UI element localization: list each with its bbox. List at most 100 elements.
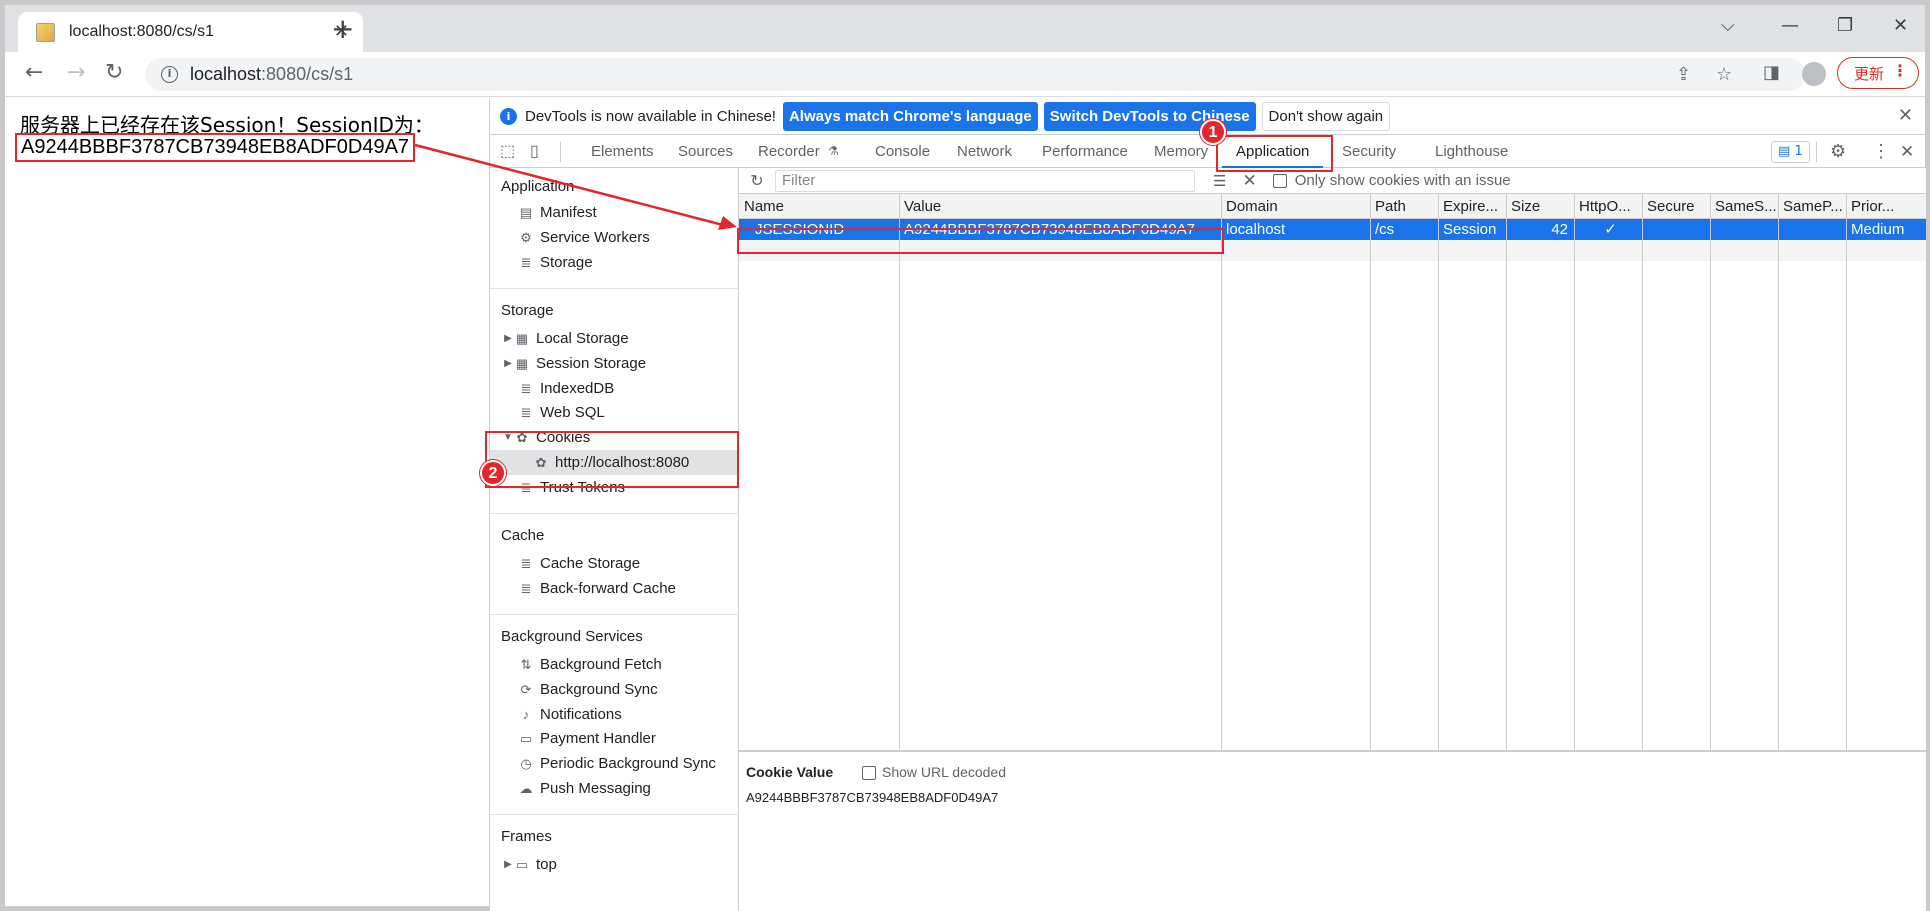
sidebar-item-cache-storage[interactable]: ≣ Cache Storage (490, 551, 738, 576)
profile-avatar-icon[interactable] (1802, 62, 1826, 86)
sidebar-item-service-workers[interactable]: ⚙ Service Workers (490, 225, 738, 250)
application-sidebar: Application ▤ Manifest ⚙ Service Workers ≣… (490, 168, 739, 911)
tab-memory[interactable]: Memory (1154, 135, 1208, 168)
sidebar-item-session-storage[interactable]: ▶ ▦ Session Storage (490, 351, 738, 376)
infobar-close-icon[interactable]: ✕ (1898, 105, 1913, 126)
show-url-decoded-label: Show URL decoded (882, 764, 1007, 780)
tab-performance[interactable]: Performance (1042, 135, 1128, 168)
tab-network[interactable]: Network (957, 135, 1012, 168)
column-header-sameparty[interactable]: SameP... (1778, 194, 1846, 219)
sidebar-header-storage: Storage (501, 302, 554, 319)
restore-icon[interactable]: ❐ (1837, 15, 1853, 36)
cookie-filter-input[interactable]: Filter (775, 169, 1195, 192)
sidebar-item-push-messaging[interactable]: ☁ Push Messaging (490, 776, 738, 801)
sidebar-item-local-storage[interactable]: ▶ ▦ Local Storage (490, 326, 738, 351)
sidebar-item-background-fetch[interactable]: ⇅ Background Fetch (490, 652, 738, 677)
sync-icon: ⟳ (520, 681, 532, 697)
clock-icon: ◷ (520, 755, 532, 771)
tab-recorder[interactable]: Recorder (758, 135, 820, 168)
sidebar-item-payment-handler[interactable]: ▭ Payment Handler (490, 726, 738, 751)
url-host: localhost (190, 64, 262, 84)
tab-title: localhost:8080/cs/s1 (69, 23, 214, 40)
settings-gear-icon[interactable]: ⚙ (1830, 135, 1846, 168)
reload-icon[interactable]: ↻ (105, 60, 123, 86)
tab-security[interactable]: Security (1342, 135, 1396, 168)
bookmark-star-icon[interactable]: ☆ (1716, 64, 1732, 85)
sidebar-item-frame-top[interactable]: ▶ ▭ top (490, 852, 738, 877)
side-panel-icon[interactable]: ◨ (1763, 62, 1780, 83)
back-arrow-icon[interactable]: ← (25, 60, 43, 86)
tab-elements[interactable]: Elements (591, 135, 654, 168)
window-close-icon[interactable]: ✕ (1893, 15, 1908, 36)
expand-arrow-icon[interactable]: ▶ (502, 358, 514, 369)
sidebar-item-label: Local Storage (536, 330, 629, 347)
issues-badge[interactable]: ▤ 1 (1771, 141, 1810, 163)
tab-lighthouse[interactable]: Lighthouse (1435, 135, 1508, 168)
sidebar-divider (490, 614, 738, 615)
cookies-table: Name Value Domain Path Expire... Size Ht… (739, 194, 1926, 750)
more-options-icon[interactable]: ⋮ (1872, 135, 1890, 168)
device-toolbar-icon[interactable]: ▯ (530, 135, 539, 168)
cell-size: 42 (1551, 221, 1568, 238)
cell-secure (1642, 219, 1710, 240)
cookie-value-text[interactable]: A9244BBBF3787CB73948EB8ADF0D49A7 (746, 790, 998, 805)
site-info-icon[interactable]: i (161, 66, 178, 83)
column-header-httponly[interactable]: HttpO... (1574, 194, 1642, 219)
table-icon: ▦ (515, 355, 529, 371)
always-match-language-button[interactable]: Always match Chrome's language (782, 101, 1038, 131)
tab-console[interactable]: Console (875, 135, 930, 168)
sidebar-item-label: Push Messaging (540, 780, 651, 797)
sidebar-item-back-forward-cache[interactable]: ≣ Back-forward Cache (490, 576, 738, 601)
minimize-icon[interactable]: — (1781, 15, 1799, 36)
column-header-priority[interactable]: Prior... (1846, 194, 1926, 219)
close-devtools-icon[interactable]: ✕ (1900, 135, 1914, 168)
show-url-decoded-checkbox[interactable] (862, 766, 876, 780)
forward-arrow-icon[interactable]: → (67, 60, 85, 86)
column-header-name[interactable]: Name (739, 194, 899, 219)
refresh-icon[interactable]: ↻ (743, 171, 771, 190)
sidebar-item-notifications[interactable]: ♪ Notifications (490, 702, 738, 727)
expand-arrow-icon[interactable]: ▶ (502, 333, 514, 344)
url-path: :8080/cs/s1 (261, 64, 354, 84)
sidebar-item-web-sql[interactable]: ≣ Web SQL (490, 400, 738, 425)
sidebar-item-background-sync[interactable]: ⟳ Background Sync (490, 677, 738, 702)
column-header-size[interactable]: Size (1506, 194, 1574, 219)
bell-icon: ♪ (522, 707, 530, 722)
tab-sources[interactable]: Sources (678, 135, 733, 168)
expand-arrow-icon[interactable]: ▶ (502, 859, 514, 870)
cell-httponly: ✓ (1604, 221, 1617, 238)
column-divider (1846, 194, 1847, 750)
table-header-row: Name Value Domain Path Expire... Size Ht… (739, 194, 1926, 219)
browser-tab[interactable]: localhost:8080/cs/s1 ✕ (18, 12, 363, 52)
column-header-domain[interactable]: Domain (1221, 194, 1370, 219)
tab-search-chevron-icon[interactable]: ⌵ (1721, 15, 1735, 36)
clear-filtered-icon[interactable]: ☰ (1213, 172, 1226, 190)
new-tab-button[interactable]: + (331, 14, 354, 44)
column-header-samesite[interactable]: SameS... (1710, 194, 1778, 219)
up-down-arrows-icon: ⇅ (520, 656, 532, 672)
column-divider (1506, 194, 1507, 750)
sidebar-divider (490, 513, 738, 514)
only-issues-checkbox[interactable] (1272, 173, 1287, 188)
credit-card-icon: ▭ (519, 730, 533, 746)
dont-show-again-button[interactable]: Don't show again (1261, 101, 1391, 131)
address-bar[interactable]: i localhost:8080/cs/s1 ⇪ ☆ (145, 58, 1805, 91)
database-icon: ≣ (520, 555, 532, 571)
annotation-badge-1: 1 (1200, 119, 1226, 145)
column-header-path[interactable]: Path (1370, 194, 1438, 219)
column-header-expires[interactable]: Expire... (1438, 194, 1506, 219)
column-header-value[interactable]: Value (899, 194, 1221, 219)
sidebar-item-indexeddb[interactable]: ≣ IndexedDB (490, 376, 738, 401)
inspect-element-icon[interactable]: ⬚ (500, 135, 515, 168)
recorder-flask-icon: ⚗ (828, 144, 839, 158)
delete-all-icon[interactable]: ✕ (1242, 171, 1256, 191)
cookie-value-title: Cookie Value (746, 764, 834, 780)
update-button[interactable]: 更新 ⋮ (1837, 57, 1919, 89)
share-icon[interactable]: ⇪ (1676, 64, 1691, 85)
sidebar-item-manifest[interactable]: ▤ Manifest (490, 200, 738, 225)
sidebar-item-periodic-background-sync[interactable]: ◷ Periodic Background Sync (490, 751, 738, 776)
sidebar-item-storage[interactable]: ≣ Storage (490, 250, 738, 275)
cloud-icon: ☁ (519, 780, 533, 796)
tab-strip: localhost:8080/cs/s1 ✕ + ⌵ — ❐ ✕ (5, 5, 1925, 52)
column-header-secure[interactable]: Secure (1642, 194, 1710, 219)
